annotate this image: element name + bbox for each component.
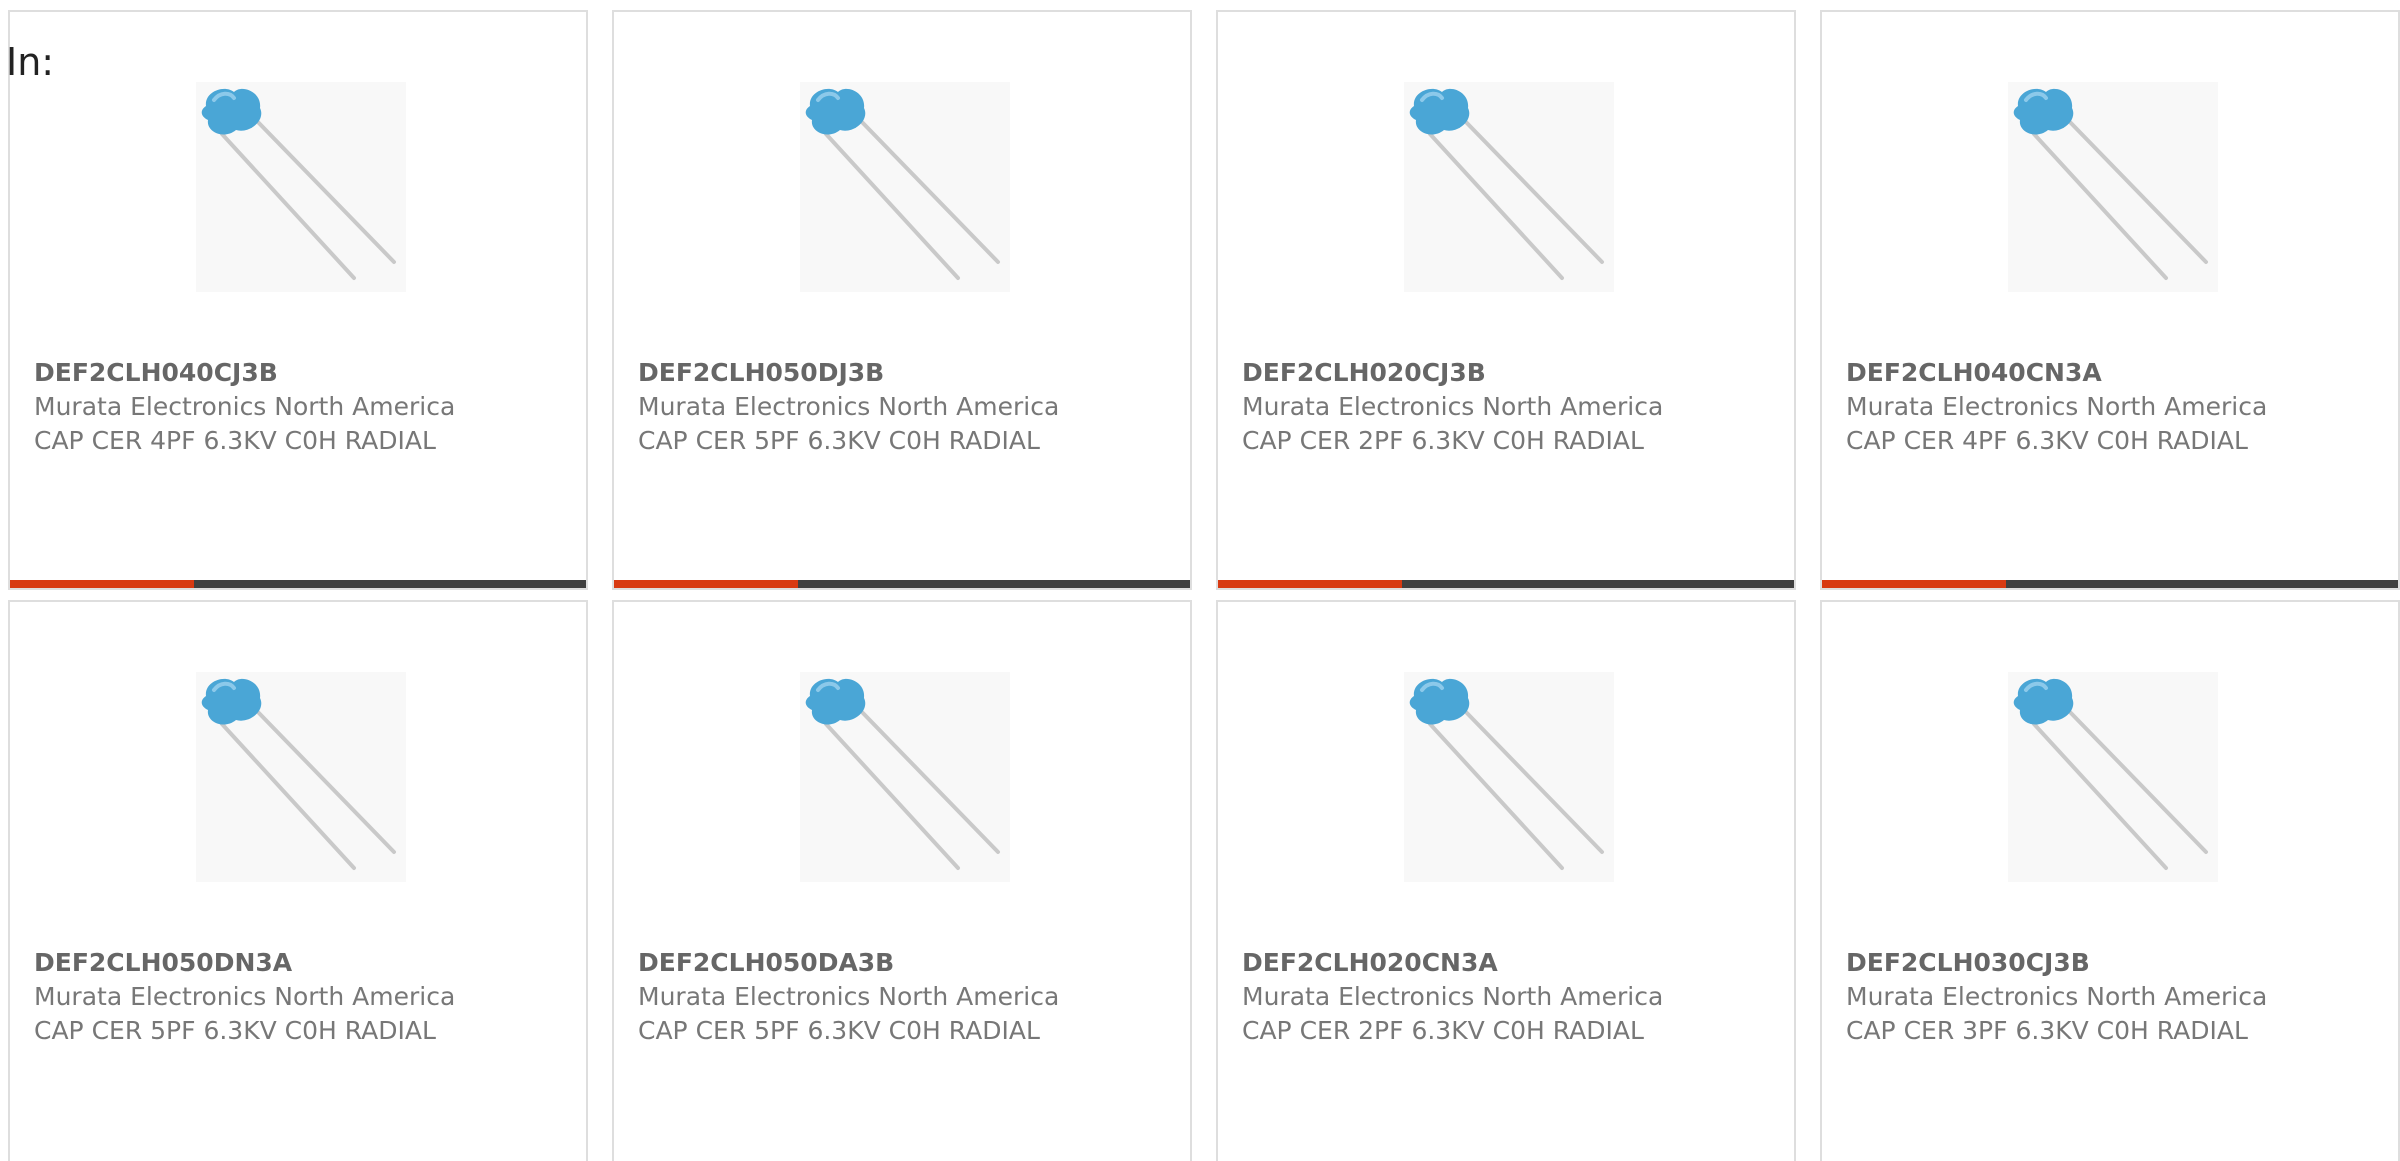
product-card[interactable]: DEF2CLH050DJ3B Murata Electronics North … (612, 10, 1192, 590)
product-card[interactable]: DEF2CLH020CJ3B Murata Electronics North … (1216, 10, 1796, 590)
card-accent-fill (1218, 580, 1403, 588)
product-description: CAP CER 2PF 6.3KV C0H RADIAL (1242, 426, 1644, 455)
manufacturer-name: Murata Electronics North America (1242, 392, 1664, 421)
part-number-link[interactable]: DEF2CLH030CJ3B (1846, 946, 2388, 980)
product-card[interactable]: DEF2CLH040CN3A Murata Electronics North … (1820, 10, 2400, 590)
capacitor-image[interactable] (2008, 672, 2218, 882)
product-description: CAP CER 3PF 6.3KV C0H RADIAL (1846, 1016, 2248, 1045)
product-card[interactable]: DEF2CLH050DN3A Murata Electronics North … (8, 600, 588, 1161)
product-card[interactable]: DEF2CLH020CN3A Murata Electronics North … (1216, 600, 1796, 1161)
product-description: CAP CER 5PF 6.3KV C0H RADIAL (34, 1016, 436, 1045)
card-accent-fill (614, 580, 799, 588)
capacitor-icon (2008, 82, 2218, 292)
capacitor-icon (1404, 82, 1614, 292)
capacitor-image[interactable] (196, 82, 406, 292)
product-description: CAP CER 5PF 6.3KV C0H RADIAL (638, 426, 1040, 455)
card-accent-fill (1822, 580, 2007, 588)
card-status-bar (614, 580, 1190, 588)
part-number-link[interactable]: DEF2CLH040CJ3B (34, 356, 576, 390)
manufacturer-name: Murata Electronics North America (1846, 392, 2268, 421)
card-status-bar (1218, 580, 1794, 588)
part-number-link[interactable]: DEF2CLH050DN3A (34, 946, 576, 980)
manufacturer-name: Murata Electronics North America (638, 982, 1060, 1011)
product-card[interactable]: DEF2CLH030CJ3B Murata Electronics North … (1820, 600, 2400, 1161)
part-number-link[interactable]: DEF2CLH020CN3A (1242, 946, 1784, 980)
part-number-link[interactable]: DEF2CLH050DJ3B (638, 356, 1180, 390)
card-status-bar (1822, 580, 2398, 588)
product-card[interactable]: DEF2CLH050DA3B Murata Electronics North … (612, 600, 1192, 1161)
capacitor-icon (196, 672, 406, 882)
part-number-link[interactable]: DEF2CLH050DA3B (638, 946, 1180, 980)
manufacturer-name: Murata Electronics North America (1242, 982, 1664, 1011)
part-number-link[interactable]: DEF2CLH040CN3A (1846, 356, 2388, 390)
capacitor-icon (2008, 672, 2218, 882)
part-number-link[interactable]: DEF2CLH020CJ3B (1242, 356, 1784, 390)
capacitor-icon (800, 672, 1010, 882)
manufacturer-name: Murata Electronics North America (34, 392, 456, 421)
card-status-bar (10, 580, 586, 588)
product-description: CAP CER 5PF 6.3KV C0H RADIAL (638, 1016, 1040, 1045)
capacitor-image[interactable] (1404, 82, 1614, 292)
product-grid: DEF2CLH040CJ3B Murata Electronics North … (8, 10, 2400, 1161)
product-description: CAP CER 4PF 6.3KV C0H RADIAL (34, 426, 436, 455)
product-results-page: In: DEF2CLH040CJ3B Murata Electronics No… (0, 0, 2400, 1161)
manufacturer-name: Murata Electronics North America (34, 982, 456, 1011)
capacitor-image[interactable] (196, 672, 406, 882)
capacitor-image[interactable] (800, 672, 1010, 882)
card-accent-fill (10, 580, 195, 588)
product-description: CAP CER 2PF 6.3KV C0H RADIAL (1242, 1016, 1644, 1045)
capacitor-image[interactable] (800, 82, 1010, 292)
manufacturer-name: Murata Electronics North America (638, 392, 1060, 421)
capacitor-image[interactable] (1404, 672, 1614, 882)
capacitor-image[interactable] (2008, 82, 2218, 292)
capacitor-icon (196, 82, 406, 292)
product-card[interactable]: DEF2CLH040CJ3B Murata Electronics North … (8, 10, 588, 590)
filter-label: In: (6, 40, 55, 84)
product-description: CAP CER 4PF 6.3KV C0H RADIAL (1846, 426, 2248, 455)
capacitor-icon (800, 82, 1010, 292)
manufacturer-name: Murata Electronics North America (1846, 982, 2268, 1011)
capacitor-icon (1404, 672, 1614, 882)
